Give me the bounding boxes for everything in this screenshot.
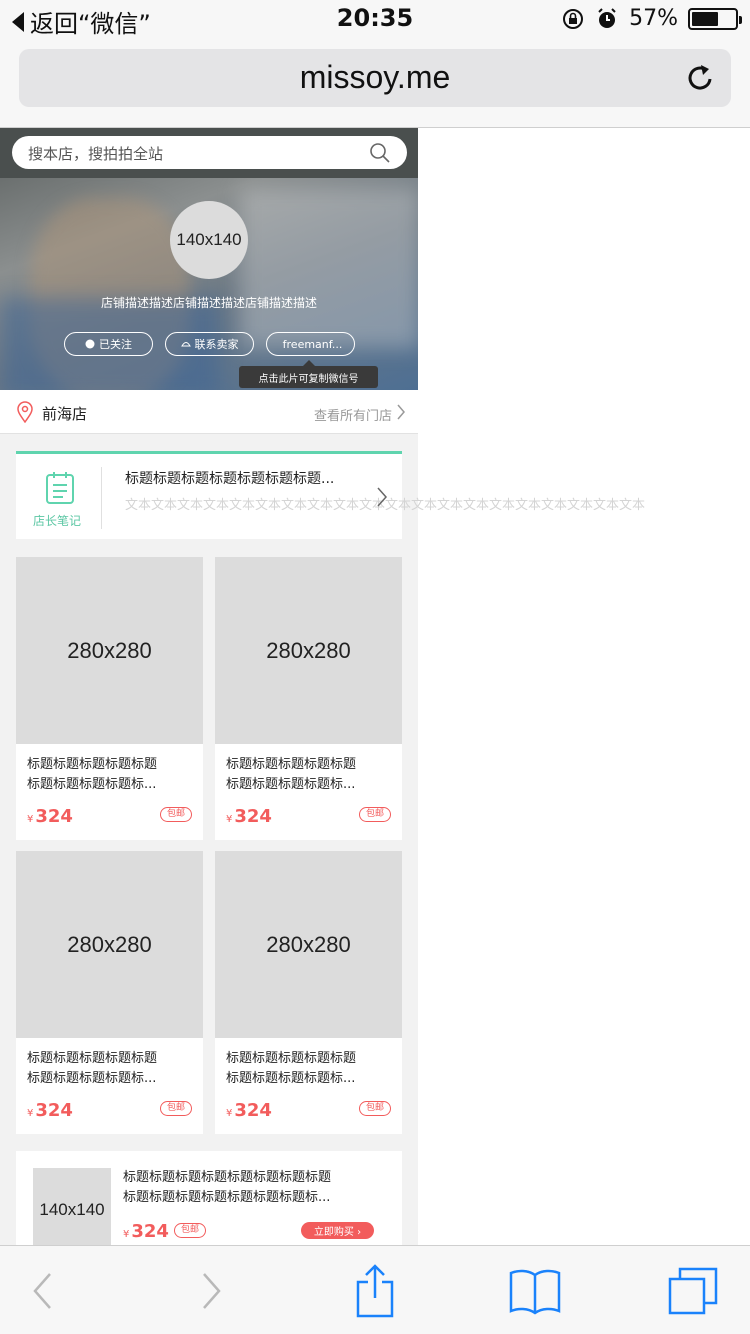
notebook-icon [46, 472, 74, 504]
bookmarks-icon [509, 1269, 561, 1315]
view-all-stores-link[interactable]: 查看所有门店 [314, 405, 392, 424]
product-list-item[interactable]: 140x140 标题标题标题标题标题标题标题标题 标题标题标题标题标题标题标题标.… [16, 1151, 402, 1245]
free-shipping-badge: 包邮 [159, 1101, 192, 1116]
free-shipping-badge: 包邮 [358, 1101, 391, 1116]
store-selector[interactable]: 前海店 查看所有门店 [0, 390, 418, 434]
bookmarks-button[interactable] [507, 1264, 563, 1318]
battery-icon [688, 7, 742, 30]
follow-icon [85, 339, 95, 349]
product-card[interactable]: 280x280 标题标题标题标题标题 标题标题标题标题标... ¥324 包邮 [215, 557, 402, 840]
product-price: ¥324 [226, 1100, 272, 1121]
buy-now-button[interactable]: 立即购买 › [301, 1222, 374, 1239]
browser-toolbar-top: missoy.me [0, 40, 750, 128]
shop-actions: 已关注 联系卖家 freemanf... [64, 332, 355, 356]
free-shipping-badge: 包邮 [159, 807, 192, 822]
product-title: 标题标题标题标题标题标题标题标题 标题标题标题标题标题标题标题标... [123, 1170, 332, 1205]
manager-note-label: 店长笔记 [33, 514, 82, 528]
forward-button[interactable] [183, 1264, 239, 1318]
location-pin-icon [17, 401, 33, 423]
product-title: 标题标题标题标题标题 标题标题标题标题标... [226, 757, 357, 792]
product-card[interactable]: 280x280 标题标题标题标题标题 标题标题标题标题标... ¥324 包邮 [16, 851, 203, 1134]
shop-avatar: 140x140 [170, 201, 248, 279]
product-title: 标题标题标题标题标题 标题标题标题标题标... [226, 1051, 357, 1086]
chevron-right-icon [397, 404, 405, 420]
search-placeholder: 搜本店，搜拍拍全站 [28, 145, 164, 163]
follow-label: 已关注 [99, 338, 132, 351]
copy-wechat-tooltip: 点击此片可复制微信号 [239, 360, 378, 388]
address-bar[interactable]: missoy.me [19, 49, 731, 107]
product-card[interactable]: 280x280 标题标题标题标题标题 标题标题标题标题标... ¥324 包邮 [215, 851, 402, 1134]
chevron-left-icon [33, 1273, 51, 1309]
shop-description: 店铺描述描述店铺描述描述店铺描述描述 [100, 296, 317, 310]
status-indicators: 57% [561, 6, 742, 31]
chevron-right-icon [377, 487, 388, 507]
search-input[interactable]: 搜本店，搜拍拍全站 [12, 136, 407, 169]
manager-note-card[interactable]: 店长笔记 标题标题标题标题标题标题标题... 文本文本文本文本文本文本文本文本文… [16, 451, 645, 539]
tabs-icon [668, 1267, 718, 1315]
share-icon [356, 1264, 394, 1318]
product-image[interactable]: 280x280 [215, 557, 402, 744]
status-bar: 返回“微信” 20:35 57% [0, 0, 750, 40]
note-title: 标题标题标题标题标题标题标题... [125, 471, 335, 487]
product-title: 标题标题标题标题标题 标题标题标题标题标... [27, 757, 158, 792]
url-text[interactable]: missoy.me [19, 59, 731, 96]
wechat-id-label: freemanf... [282, 337, 343, 351]
contact-seller-button[interactable]: 联系卖家 [165, 332, 254, 356]
shop-header: 搜本店，搜拍拍全站 140x140 店铺描述描述店铺描述描述店铺描述描述 已关注… [0, 128, 418, 390]
web-page: 搜本店，搜拍拍全站 140x140 店铺描述描述店铺描述描述店铺描述描述 已关注… [0, 128, 750, 1245]
product-image[interactable]: 140x140 [33, 1168, 111, 1245]
wechat-id-button[interactable]: freemanf... [266, 332, 355, 356]
product-image[interactable]: 280x280 [16, 557, 203, 744]
chevron-right-icon [203, 1273, 221, 1309]
product-image[interactable]: 280x280 [16, 851, 203, 1038]
mobile-shop-page: 搜本店，搜拍拍全站 140x140 店铺描述描述店铺描述描述店铺描述描述 已关注… [0, 128, 645, 1245]
share-button[interactable] [347, 1264, 403, 1318]
product-price: ¥324 [123, 1221, 169, 1242]
product-card[interactable]: 280x280 标题标题标题标题标题 标题标题标题标题标... ¥324 包邮 [16, 557, 203, 840]
follow-button[interactable]: 已关注 [64, 332, 153, 356]
battery-percent: 57% [629, 6, 678, 31]
tabs-button[interactable] [665, 1264, 721, 1318]
rotation-lock-icon [563, 8, 584, 29]
search-bar: 搜本店，搜拍拍全站 [0, 128, 418, 178]
free-shipping-badge: 包邮 [358, 807, 391, 822]
back-button[interactable] [15, 1264, 71, 1318]
contact-label: 联系卖家 [194, 338, 239, 351]
divider [101, 467, 102, 529]
search-icon[interactable] [369, 142, 391, 164]
reload-icon[interactable] [683, 61, 717, 95]
product-title: 标题标题标题标题标题 标题标题标题标题标... [27, 1051, 158, 1086]
product-price: ¥324 [226, 806, 272, 827]
store-name: 前海店 [42, 405, 88, 423]
product-image[interactable]: 280x280 [215, 851, 402, 1038]
contact-icon [180, 342, 191, 347]
alarm-icon [598, 7, 616, 28]
browser-toolbar-bottom [0, 1245, 750, 1334]
product-price: ¥324 [27, 1100, 73, 1121]
product-price: ¥324 [27, 806, 73, 827]
free-shipping-badge: 包邮 [174, 1223, 207, 1238]
